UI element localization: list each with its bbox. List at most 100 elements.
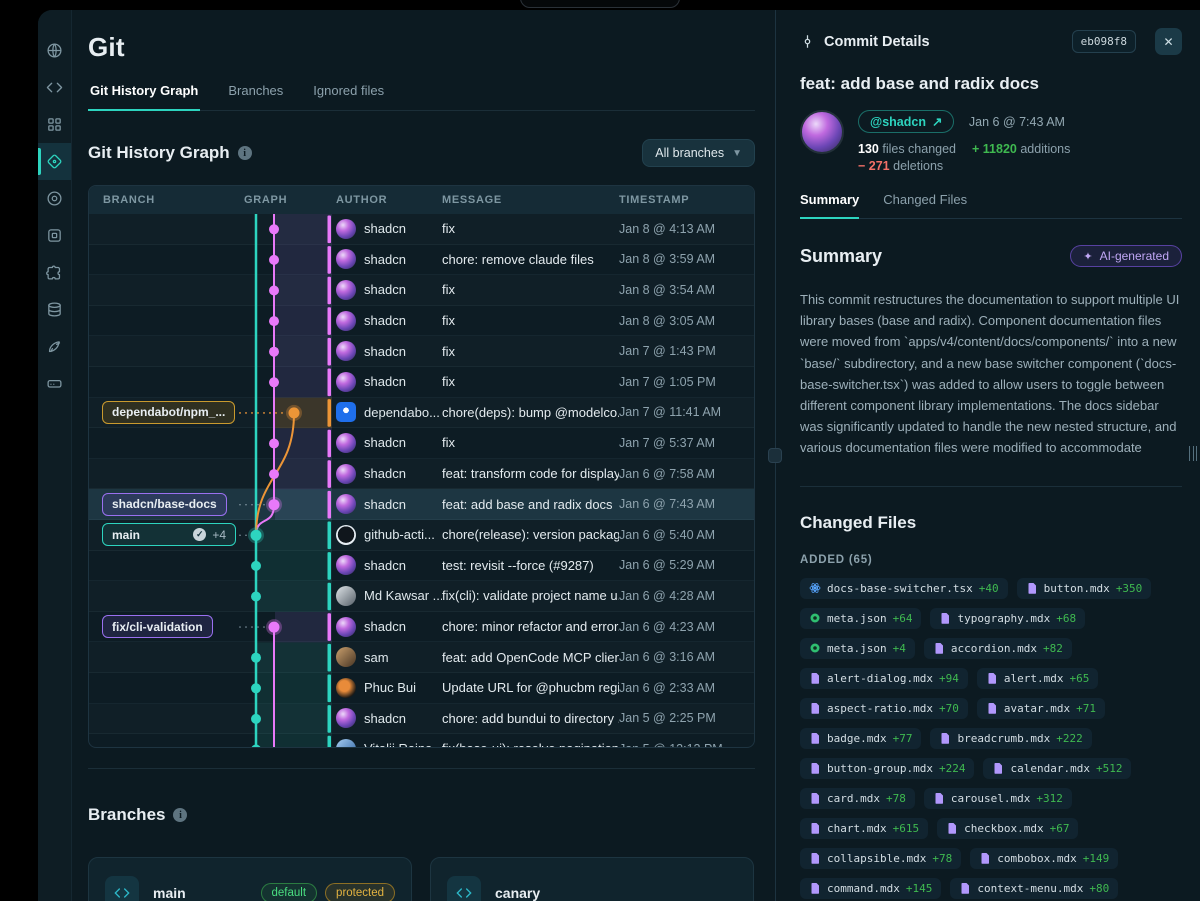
commit-row[interactable]: Vitalii Raina...fix(base-ui): resolve pa… (89, 734, 754, 747)
commit-row[interactable]: shadcntest: revisit --force (#9287)Jan 6… (89, 551, 754, 582)
avatar (336, 464, 356, 484)
changed-file-chip[interactable]: accordion.mdx+82 (924, 638, 1072, 659)
commit-row[interactable]: shadcnfeat: transform code for displayJa… (89, 459, 754, 490)
author-name: shadcn (364, 435, 406, 450)
additions-count: +80 (1089, 882, 1109, 895)
ai-generated-badge: ✦ AI-generated (1070, 245, 1182, 267)
changed-file-chip[interactable]: alert-dialog.mdx+94 (800, 668, 968, 689)
commit-row[interactable]: samfeat: add OpenCode MCP clien...Jan 6 … (89, 642, 754, 673)
mdx-file-icon (809, 702, 821, 714)
branch-label[interactable]: fix/cli-validation (102, 615, 213, 638)
commit-row[interactable]: shadcnchore: remove claude filesJan 8 @ … (89, 245, 754, 276)
commit-row[interactable]: fix/cli-validationshadcnchore: minor ref… (89, 612, 754, 643)
branch-label[interactable]: dependabot/npm_... (102, 401, 235, 424)
commit-row[interactable]: main✓+4github-acti...chore(release): ver… (89, 520, 754, 551)
info-icon[interactable]: i (173, 808, 187, 822)
additions-count: +224 (939, 762, 966, 775)
changed-file-chip[interactable]: typography.mdx+68 (930, 608, 1085, 629)
changed-file-chip[interactable]: combobox.mdx+149 (970, 848, 1118, 869)
changed-file-chip[interactable]: checkbox.mdx+67 (937, 818, 1078, 839)
changed-file-chip[interactable]: aspect-ratio.mdx+70 (800, 698, 968, 719)
mdx-file-icon (946, 822, 958, 834)
panel-resize-handle[interactable] (768, 448, 782, 463)
branch-card[interactable]: main defaultprotected (88, 857, 412, 901)
changed-file-chip[interactable]: button-group.mdx+224 (800, 758, 974, 779)
commit-row[interactable]: shadcnfixJan 8 @ 4:13 AM (89, 214, 754, 245)
commit-row[interactable]: shadcnfixJan 8 @ 3:05 AM (89, 306, 754, 337)
summary-text: This commit restructures the documentati… (800, 289, 1182, 459)
commit-row[interactable]: Phuc BuiUpdate URL for @phucbm regi...Ja… (89, 673, 754, 704)
changed-file-chip[interactable]: chart.mdx+615 (800, 818, 928, 839)
changed-file-chip[interactable]: button.mdx+350 (1017, 578, 1152, 599)
details-tabs: Summary Changed Files (800, 192, 1182, 219)
window-resize-grip[interactable] (1189, 446, 1197, 461)
info-icon[interactable]: i (238, 146, 252, 160)
sidebar-item-compass[interactable] (38, 180, 71, 217)
branch-filter-select[interactable]: All branches ▼ (642, 139, 755, 167)
commit-row[interactable]: shadcn/base-docsshadcnfeat: add base and… (89, 489, 754, 520)
author-name: sam (364, 650, 389, 665)
changed-file-chip[interactable]: calendar.mdx+512 (983, 758, 1131, 779)
page-title: Git (88, 32, 755, 63)
avatar (336, 311, 356, 331)
col-message: MESSAGE (442, 194, 619, 206)
sidebar-item-storage[interactable] (38, 365, 71, 402)
git-history-table: BRANCH GRAPH AUTHOR MESSAGE TIMESTAMP sh… (88, 185, 755, 748)
sidebar-item-database[interactable] (38, 291, 71, 328)
author-handle: @shadcn (870, 115, 926, 129)
commit-row[interactable]: shadcnfixJan 7 @ 1:05 PM (89, 367, 754, 398)
changed-file-chip[interactable]: alert.mdx+65 (977, 668, 1098, 689)
changed-file-chip[interactable]: card.mdx+78 (800, 788, 915, 809)
commit-row[interactable]: shadcnfixJan 7 @ 1:43 PM (89, 336, 754, 367)
globe-icon (46, 42, 63, 59)
commit-row[interactable]: shadcnfixJan 8 @ 3:54 AM (89, 275, 754, 306)
commit-timestamp: Jan 6 @ 4:23 AM (619, 620, 754, 634)
sidebar-item-grid[interactable] (38, 106, 71, 143)
branch-label[interactable]: shadcn/base-docs (102, 493, 227, 516)
commit-row[interactable]: Md Kawsar ...fix(cli): validate project … (89, 581, 754, 612)
changed-file-chip[interactable]: collapsible.mdx+78 (800, 848, 961, 869)
tab-changed-files[interactable]: Changed Files (883, 192, 967, 218)
branch-card[interactable]: canary (430, 857, 754, 901)
branch-cards: main defaultprotected canary (88, 857, 755, 901)
table-body: shadcnfixJan 8 @ 4:13 AMshadcnchore: rem… (89, 214, 754, 747)
tab-ignored-files[interactable]: Ignored files (311, 83, 386, 110)
additions-count: +78 (932, 852, 952, 865)
changed-file-chip[interactable]: docs-base-switcher.tsx+40 (800, 578, 1008, 599)
sidebar-item-frame[interactable] (38, 217, 71, 254)
tab-branches[interactable]: Branches (226, 83, 285, 110)
branch-label[interactable]: main✓+4 (102, 523, 236, 546)
tab-summary[interactable]: Summary (800, 192, 859, 218)
commit-row[interactable]: dependabot/npm_...dependabo...chore(deps… (89, 398, 754, 429)
compass-icon (46, 190, 63, 207)
commit-row[interactable]: shadcnchore: add bundui to directory ...… (89, 704, 754, 735)
mdx-file-icon (933, 642, 945, 654)
file-name: badge.mdx (827, 732, 887, 745)
commit-row[interactable]: shadcnfixJan 7 @ 5:37 AM (89, 428, 754, 459)
col-graph: GRAPH (244, 194, 332, 206)
close-icon[interactable]: ✕ (1155, 28, 1182, 55)
file-name: breadcrumb.mdx (957, 732, 1050, 745)
changed-file-chip[interactable]: context-menu.mdx+80 (950, 878, 1118, 899)
tab-git-history-graph[interactable]: Git History Graph (88, 83, 200, 110)
changed-file-chip[interactable]: carousel.mdx+312 (924, 788, 1072, 809)
sidebar-item-git[interactable] (38, 143, 71, 180)
author-name: shadcn (364, 282, 406, 297)
changed-file-chip[interactable]: avatar.mdx+71 (977, 698, 1105, 719)
changed-file-chip[interactable]: meta.json+4 (800, 638, 915, 659)
commit-message: fix (442, 313, 619, 328)
changed-file-chip[interactable]: command.mdx+145 (800, 878, 941, 899)
sidebar-item-globe[interactable] (38, 32, 71, 69)
commit-message: fix (442, 221, 619, 236)
additions-count: +4 (893, 642, 906, 655)
mdx-file-icon (933, 792, 945, 804)
changed-file-chip[interactable]: badge.mdx+77 (800, 728, 921, 749)
author-link[interactable]: @shadcn ↗ (858, 110, 954, 133)
changed-file-chip[interactable]: breadcrumb.mdx+222 (930, 728, 1091, 749)
changed-file-chip[interactable]: meta.json+64 (800, 608, 921, 629)
sidebar-item-plugins[interactable] (38, 254, 71, 291)
sidebar-item-code[interactable] (38, 69, 71, 106)
sidebar-item-deploy[interactable] (38, 328, 71, 365)
git-version-icon (46, 153, 63, 170)
additions-count: +65 (1069, 672, 1089, 685)
